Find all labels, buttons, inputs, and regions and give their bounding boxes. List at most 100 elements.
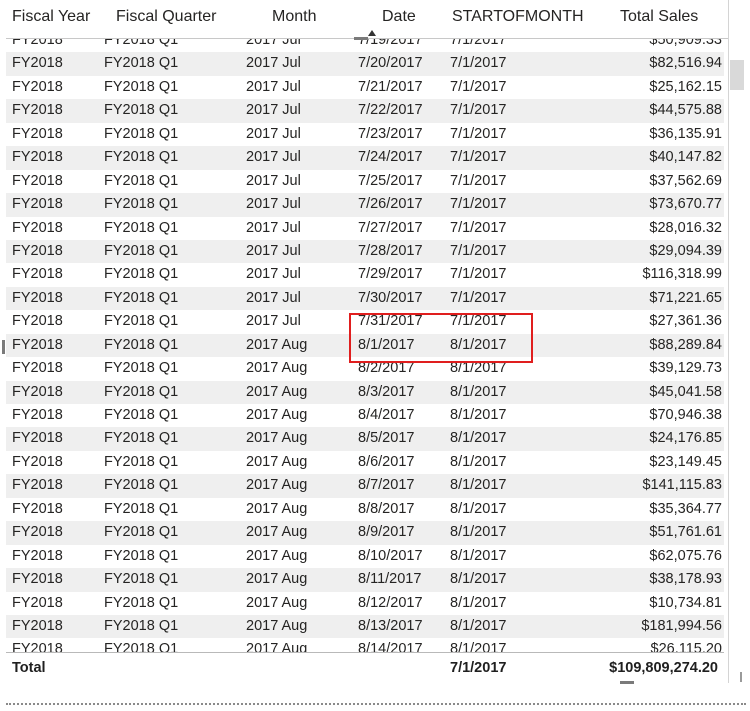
table-row[interactable]: FY2018 FY2018 Q1 2017 Aug 8/14/2017 8/1/2017… <box>6 638 724 653</box>
cell-fiscal-quarter: FY2018 Q1 <box>104 383 179 400</box>
table-row[interactable]: FY2018 FY2018 Q1 2017 Jul 7/22/2017 7/1/2017… <box>6 99 724 123</box>
cell-month: 2017 Jul <box>246 149 301 166</box>
table-row[interactable]: FY2018 FY2018 Q1 2017 Aug 8/3/2017 8/1/2017 $… <box>6 380 724 404</box>
column-header-date[interactable]: Date <box>382 8 416 26</box>
column-header-fiscal-quarter[interactable]: Fiscal Quarter <box>116 8 216 26</box>
cell-fiscal-year: FY2018 <box>12 407 63 423</box>
table-row[interactable]: FY2018 FY2018 Q1 2017 Aug 8/8/2017 8/1/2017 $… <box>6 498 724 521</box>
column-header-startofmonth[interactable]: STARTOFMONTH <box>452 8 584 26</box>
column-header-month[interactable]: Month <box>272 8 316 26</box>
cell-total-sales: $181,994.56 <box>641 617 722 634</box>
table-row[interactable]: FY2018 FY2018 Q1 2017 Aug 8/6/2017 8/1/2017 $… <box>6 451 724 474</box>
cell-month: 2017 Aug <box>246 524 308 541</box>
cell-date: 7/29/2017 <box>358 266 423 283</box>
cell-fiscal-year: FY2018 <box>12 430 63 447</box>
cell-month: 2017 Jul <box>246 172 301 189</box>
cell-fiscal-quarter: FY2018 Q1 <box>104 313 179 330</box>
cell-startofmonth: 8/1/2017 <box>450 594 507 611</box>
vertical-scrollbar[interactable] <box>728 40 746 652</box>
cell-fiscal-year: FY2018 <box>12 125 63 142</box>
table-row[interactable]: FY2018 FY2018 Q1 2017 Jul 7/25/2017 7/1/2017… <box>6 170 724 193</box>
cell-fiscal-year: FY2018 <box>12 383 63 400</box>
table-row[interactable]: FY2018 FY2018 Q1 2017 Aug 8/4/2017 8/1/2017 $… <box>6 404 724 427</box>
cell-startofmonth: 8/1/2017 <box>450 500 507 517</box>
cell-startofmonth: 7/1/2017 <box>450 55 507 72</box>
table-row[interactable]: FY2018 FY2018 Q1 2017 Jul 7/24/2017 7/1/2017… <box>6 146 724 170</box>
cell-month: 2017 Aug <box>246 571 308 588</box>
cell-total-sales: $44,575.88 <box>649 102 722 119</box>
table-row[interactable]: FY2018 FY2018 Q1 2017 Jul 7/30/2017 7/1/2017… <box>6 286 724 311</box>
cell-month: 2017 Jul <box>246 289 301 306</box>
cell-fiscal-year: FY2018 <box>12 55 63 72</box>
table-row[interactable]: FY2018 FY2018 Q1 2017 Jul 7/27/2017 7/1/2017… <box>6 217 724 240</box>
cell-date: 7/26/2017 <box>358 196 423 213</box>
table-row[interactable]: FY2018 FY2018 Q1 2017 Aug 8/10/2017 8/1/2017… <box>6 545 724 568</box>
table-row[interactable]: FY2018 FY2018 Q1 2017 Aug 8/11/2017 8/1/2017… <box>6 568 724 592</box>
cell-date: 7/25/2017 <box>358 172 423 189</box>
cell-fiscal-year: FY2018 <box>12 360 63 377</box>
cell-month: 2017 Aug <box>246 360 308 377</box>
cell-date: 7/23/2017 <box>358 125 423 142</box>
cell-month: 2017 Aug <box>246 477 308 494</box>
column-header-total-sales[interactable]: Total Sales <box>620 8 698 26</box>
cell-total-sales: $62,075.76 <box>649 547 722 564</box>
cell-fiscal-year: FY2018 <box>12 149 63 166</box>
cell-total-sales: $27,361.36 <box>649 313 722 330</box>
corner-tick-right <box>740 672 742 682</box>
cell-total-sales: $37,562.69 <box>649 172 722 189</box>
cell-date: 8/7/2017 <box>358 477 415 494</box>
table-visual[interactable]: Fiscal Year Fiscal Quarter Month Date ST… <box>6 0 729 683</box>
cell-month: 2017 Jul <box>246 219 301 236</box>
cell-fiscal-year: FY2018 <box>12 524 63 541</box>
table-row[interactable]: FY2018 FY2018 Q1 2017 Jul 7/23/2017 7/1/2017… <box>6 123 724 146</box>
cell-startofmonth: 8/1/2017 <box>450 617 507 634</box>
scrollbar-thumb[interactable] <box>730 60 744 90</box>
column-header-fiscal-year[interactable]: Fiscal Year <box>12 8 90 26</box>
cell-month: 2017 Jul <box>246 266 301 283</box>
cell-startofmonth: 8/1/2017 <box>450 477 507 494</box>
cell-fiscal-quarter: FY2018 Q1 <box>104 594 179 611</box>
cell-startofmonth: 7/1/2017 <box>450 242 507 259</box>
cell-startofmonth: 7/1/2017 <box>450 102 507 119</box>
cell-month: 2017 Jul <box>246 196 301 213</box>
cell-total-sales: $35,364.77 <box>649 500 722 517</box>
cell-month: 2017 Aug <box>246 383 308 400</box>
cell-startofmonth: 7/1/2017 <box>450 172 507 189</box>
cell-total-sales: $39,129.73 <box>649 360 722 377</box>
resize-handle-left[interactable] <box>2 340 5 354</box>
cell-fiscal-quarter: FY2018 Q1 <box>104 500 179 517</box>
cell-date: 7/22/2017 <box>358 102 423 119</box>
table-row[interactable]: FY2018 FY2018 Q1 2017 Aug 8/9/2017 8/1/2017 $… <box>6 521 724 545</box>
table-row[interactable]: FY2018 FY2018 Q1 2017 Jul 7/28/2017 7/1/2017… <box>6 239 724 264</box>
cell-fiscal-year: FY2018 <box>12 336 63 353</box>
cell-startofmonth: 7/1/2017 <box>450 78 507 95</box>
table-row[interactable]: FY2018 FY2018 Q1 2017 Aug 8/5/2017 8/1/2017 $… <box>6 427 724 451</box>
cell-fiscal-year: FY2018 <box>12 453 63 470</box>
cell-startofmonth: 8/1/2017 <box>450 571 507 588</box>
resize-handle-bottom[interactable] <box>620 681 634 684</box>
cell-total-sales: $10,734.81 <box>649 594 722 611</box>
cell-fiscal-quarter: FY2018 Q1 <box>104 477 179 494</box>
cell-fiscal-year: FY2018 <box>12 594 63 611</box>
cell-fiscal-quarter: FY2018 Q1 <box>104 78 179 95</box>
cell-startofmonth: 7/1/2017 <box>450 289 507 306</box>
sort-ascending-icon[interactable] <box>368 30 376 36</box>
total-sales-value: $109,809,274.20 <box>609 660 718 676</box>
table-row[interactable]: FY2018 FY2018 Q1 2017 Jul 7/20/2017 7/1/2017… <box>6 52 724 76</box>
cell-total-sales: $36,135.91 <box>649 125 722 142</box>
cell-date: 7/24/2017 <box>358 149 423 166</box>
table-row[interactable]: FY2018 FY2018 Q1 2017 Aug 8/13/2017 8/1/2017… <box>6 614 724 639</box>
table-row[interactable]: FY2018 FY2018 Q1 2017 Jul 7/26/2017 7/1/2017… <box>6 193 724 217</box>
table-row[interactable]: FY2018 FY2018 Q1 2017 Aug 8/7/2017 8/1/2017 $… <box>6 474 724 498</box>
cell-date: 8/4/2017 <box>358 407 415 423</box>
page-divider <box>6 703 746 705</box>
table-row[interactable]: FY2018 FY2018 Q1 2017 Jul 7/21/2017 7/1/2017… <box>6 76 724 99</box>
cell-month: 2017 Aug <box>246 336 308 353</box>
cell-fiscal-year: FY2018 <box>12 266 63 283</box>
resize-handle-top[interactable] <box>354 37 368 40</box>
total-startofmonth: 7/1/2017 <box>450 660 507 676</box>
cell-month: 2017 Jul <box>246 125 301 142</box>
cell-date: 8/13/2017 <box>358 617 423 634</box>
table-row[interactable]: FY2018 FY2018 Q1 2017 Aug 8/12/2017 8/1/2017… <box>6 592 724 615</box>
table-row[interactable]: FY2018 FY2018 Q1 2017 Jul 7/29/2017 7/1/2017… <box>6 263 724 286</box>
